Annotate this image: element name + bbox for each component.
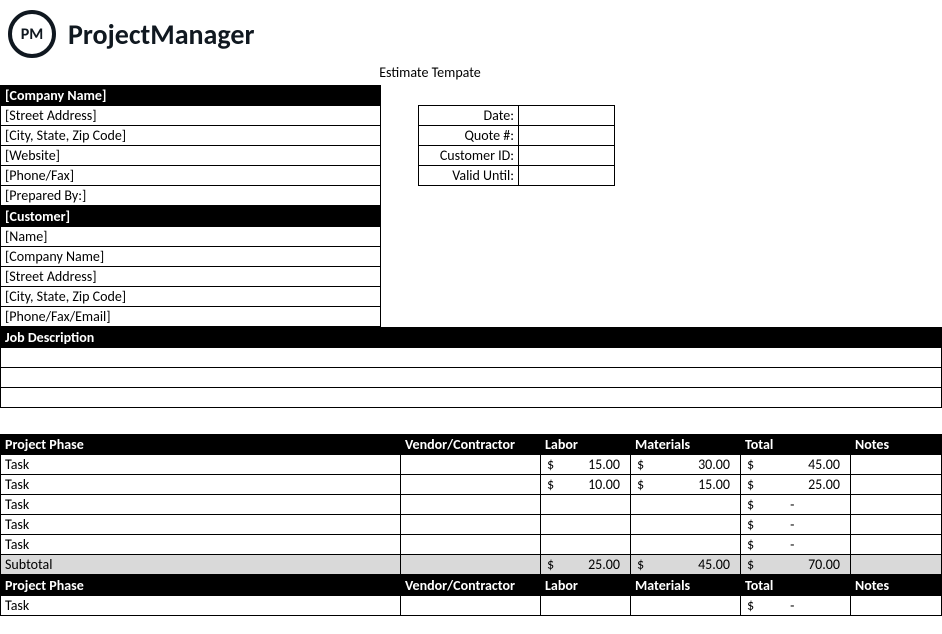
materials-cell[interactable] bbox=[631, 595, 741, 615]
total-cell: $- bbox=[741, 494, 851, 514]
brand-name: ProjectManager bbox=[68, 17, 254, 52]
col-materials: Materials bbox=[631, 575, 741, 595]
quote-value-validuntil[interactable] bbox=[519, 166, 615, 186]
quote-value-customerid[interactable] bbox=[519, 146, 615, 166]
task-cell[interactable]: Task bbox=[1, 474, 401, 494]
labor-cell[interactable] bbox=[541, 514, 631, 534]
customer-street[interactable]: [Street Address] bbox=[1, 267, 381, 287]
vendor-cell[interactable] bbox=[401, 595, 541, 615]
company-citystate[interactable]: [City, State, Zip Code] bbox=[1, 126, 381, 146]
col-notes: Notes bbox=[851, 434, 942, 454]
total-cell: $- bbox=[741, 514, 851, 534]
vendor-cell[interactable] bbox=[401, 454, 541, 474]
quote-label-quoteno: Quote #: bbox=[419, 126, 519, 146]
company-preparedby[interactable]: [Prepared By:] bbox=[1, 186, 381, 206]
customer-company[interactable]: [Company Name] bbox=[1, 247, 381, 267]
task-row: Task $- bbox=[1, 534, 942, 554]
jobdesc-table: Job Description bbox=[0, 327, 942, 434]
col-notes: Notes bbox=[851, 575, 942, 595]
vendor-cell[interactable] bbox=[401, 474, 541, 494]
subtotal-labor: $25.00 bbox=[541, 554, 631, 574]
task-cell[interactable]: Task bbox=[1, 514, 401, 534]
vendor-cell[interactable] bbox=[401, 494, 541, 514]
labor-cell[interactable] bbox=[541, 534, 631, 554]
materials-cell[interactable] bbox=[631, 494, 741, 514]
subtotal-row: Subtotal $25.00 $45.00 $70.00 bbox=[1, 554, 942, 574]
materials-cell[interactable]: $30.00 bbox=[631, 454, 741, 474]
subtotal-materials: $45.00 bbox=[631, 554, 741, 574]
jobdesc-row[interactable] bbox=[1, 388, 942, 408]
task-cell[interactable]: Task bbox=[1, 534, 401, 554]
total-cell: $25.00 bbox=[741, 474, 851, 494]
quote-label-validuntil: Valid Until: bbox=[419, 166, 519, 186]
col-materials: Materials bbox=[631, 434, 741, 454]
notes-cell[interactable] bbox=[851, 474, 942, 494]
jobdesc-row[interactable] bbox=[1, 368, 942, 388]
labor-cell[interactable] bbox=[541, 494, 631, 514]
col-vendor: Vendor/Contractor bbox=[401, 575, 541, 595]
company-phone[interactable]: [Phone/Fax] bbox=[1, 166, 381, 186]
col-phase: Project Phase bbox=[1, 434, 401, 454]
labor-cell[interactable]: $10.00 bbox=[541, 474, 631, 494]
task-cell[interactable]: Task bbox=[1, 454, 401, 474]
company-website[interactable]: [Website] bbox=[1, 146, 381, 166]
labor-cell[interactable]: $15.00 bbox=[541, 454, 631, 474]
task-row: Task $- bbox=[1, 514, 942, 534]
customer-citystate[interactable]: [City, State, Zip Code] bbox=[1, 287, 381, 307]
customer-table: [Customer] [Name] [Company Name] [Street… bbox=[0, 206, 942, 327]
customer-contact[interactable]: [Phone/Fax/Email] bbox=[1, 307, 381, 327]
quote-value-date[interactable] bbox=[519, 106, 615, 126]
col-total: Total bbox=[741, 575, 851, 595]
total-cell: $45.00 bbox=[741, 454, 851, 474]
labor-cell[interactable] bbox=[541, 595, 631, 615]
brand-header: PM ProjectManager bbox=[0, 0, 942, 62]
total-cell: $- bbox=[741, 534, 851, 554]
quote-label-date: Date: bbox=[419, 106, 519, 126]
task-row: Task $- bbox=[1, 494, 942, 514]
phase2-table: Project Phase Vendor/Contractor Labor Ma… bbox=[0, 575, 942, 616]
materials-cell[interactable] bbox=[631, 514, 741, 534]
col-labor: Labor bbox=[541, 575, 631, 595]
vendor-cell[interactable] bbox=[401, 514, 541, 534]
document-title: Estimate Tempate bbox=[170, 62, 690, 85]
col-phase: Project Phase bbox=[1, 575, 401, 595]
jobdesc-row[interactable] bbox=[1, 348, 942, 368]
quote-value-quoteno[interactable] bbox=[519, 126, 615, 146]
total-cell: $- bbox=[741, 595, 851, 615]
notes-cell[interactable] bbox=[851, 514, 942, 534]
notes-cell[interactable] bbox=[851, 454, 942, 474]
task-cell[interactable]: Task bbox=[1, 494, 401, 514]
notes-cell[interactable] bbox=[851, 595, 942, 615]
col-vendor: Vendor/Contractor bbox=[401, 434, 541, 454]
vendor-cell[interactable] bbox=[401, 534, 541, 554]
task-row: Task $10.00 $15.00 $25.00 bbox=[1, 474, 942, 494]
customer-name[interactable]: [Name] bbox=[1, 227, 381, 247]
col-total: Total bbox=[741, 434, 851, 454]
notes-cell[interactable] bbox=[851, 534, 942, 554]
brand-logo-icon: PM bbox=[8, 10, 56, 58]
materials-cell[interactable]: $15.00 bbox=[631, 474, 741, 494]
customer-header: [Customer] bbox=[1, 207, 381, 227]
quote-label-customerid: Customer ID: bbox=[419, 146, 519, 166]
company-quote-table: [Company Name] [Street Address] Date: [C… bbox=[0, 85, 942, 206]
task-cell[interactable]: Task bbox=[1, 595, 401, 615]
jobdesc-header: Job Description bbox=[1, 328, 942, 348]
materials-cell[interactable] bbox=[631, 534, 741, 554]
col-labor: Labor bbox=[541, 434, 631, 454]
task-row: Task $- bbox=[1, 595, 942, 615]
company-street[interactable]: [Street Address] bbox=[1, 106, 381, 126]
notes-cell[interactable] bbox=[851, 494, 942, 514]
task-row: Task $15.00 $30.00 $45.00 bbox=[1, 454, 942, 474]
subtotal-label: Subtotal bbox=[1, 554, 401, 574]
company-header: [Company Name] bbox=[1, 86, 381, 106]
subtotal-total: $70.00 bbox=[741, 554, 851, 574]
phase1-table: Project Phase Vendor/Contractor Labor Ma… bbox=[0, 434, 942, 575]
